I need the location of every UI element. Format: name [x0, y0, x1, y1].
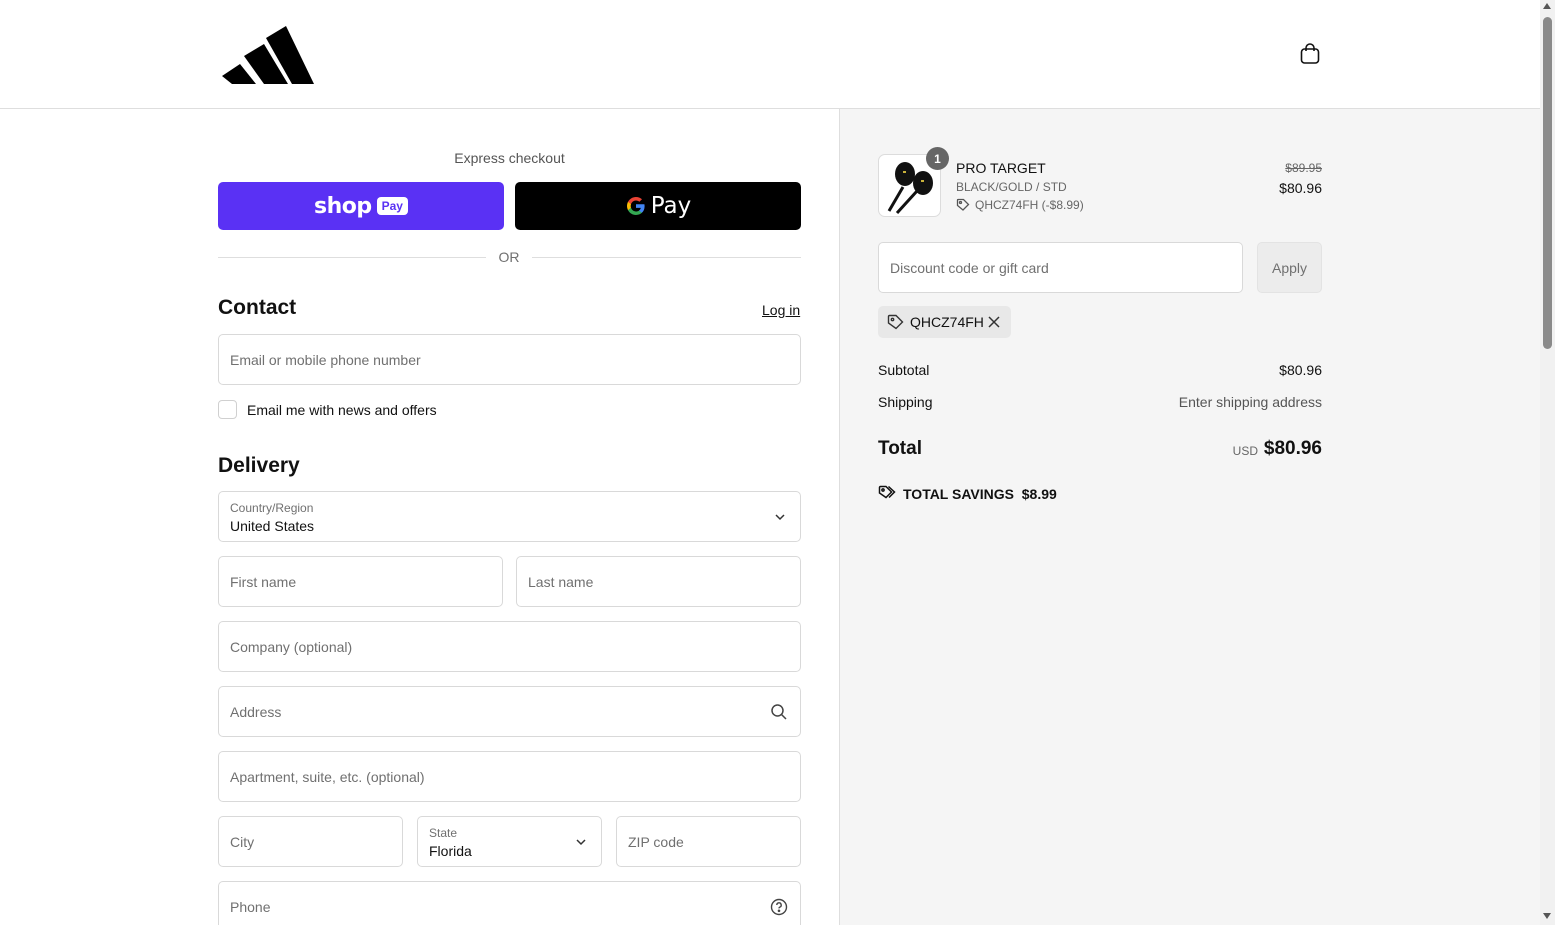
- zip-field[interactable]: ZIP code: [616, 816, 801, 867]
- subtotal-label: Subtotal: [878, 362, 930, 378]
- state-label: State: [429, 826, 458, 840]
- scrollbar-thumb[interactable]: [1543, 17, 1552, 349]
- email-field[interactable]: Email or mobile phone number: [218, 334, 801, 385]
- original-price: $89.95: [1285, 161, 1322, 175]
- country-label: Country/Region: [230, 501, 314, 515]
- shipping-value: Enter shipping address: [1178, 394, 1322, 410]
- adidas-logo[interactable]: [222, 26, 314, 84]
- news-offers-checkbox[interactable]: [218, 400, 237, 419]
- apply-button[interactable]: Apply: [1257, 242, 1322, 293]
- discount-placeholder: Discount code or gift card: [890, 260, 1049, 276]
- apartment-field[interactable]: Apartment, suite, etc. (optional): [218, 751, 801, 802]
- apartment-placeholder: Apartment, suite, etc. (optional): [230, 769, 425, 785]
- chevron-down-icon: [775, 514, 785, 521]
- savings-label-text: TOTAL SAVINGS: [903, 486, 1014, 502]
- tag-icon: [956, 198, 970, 211]
- phone-field[interactable]: Phone: [218, 881, 801, 925]
- page-scrollbar[interactable]: [1540, 0, 1555, 925]
- total-savings: TOTAL SAVINGS $8.99: [903, 486, 1057, 502]
- product-variant: BLACK/GOLD / STD: [956, 180, 1067, 194]
- sale-price: $80.96: [1279, 180, 1322, 196]
- delivery-heading: Delivery: [218, 454, 300, 477]
- shopping-bag-icon[interactable]: [1298, 42, 1322, 66]
- email-placeholder: Email or mobile phone number: [230, 352, 421, 368]
- chevron-down-icon: [576, 839, 586, 846]
- last-name-field[interactable]: Last name: [516, 556, 801, 607]
- address-placeholder: Address: [230, 704, 282, 720]
- subtotal-value: $80.96: [1279, 362, 1322, 378]
- shop-pay-wordmark: shop: [314, 193, 372, 219]
- zip-placeholder: ZIP code: [628, 834, 684, 850]
- search-icon[interactable]: [770, 703, 788, 721]
- company-placeholder: Company (optional): [230, 639, 353, 655]
- first-name-placeholder: First name: [230, 574, 297, 590]
- address-field[interactable]: Address: [218, 686, 801, 737]
- total-value: $80.96: [1263, 438, 1322, 459]
- product-discount: QHCZ74FH (-$8.99): [975, 198, 1084, 212]
- contact-heading: Contact: [218, 296, 297, 319]
- country-value: United States: [230, 518, 315, 534]
- shipping-label: Shipping: [878, 394, 933, 410]
- shop-pay-button[interactable]: shop Pay: [218, 182, 504, 230]
- order-summary-panel: [839, 109, 1540, 925]
- company-field[interactable]: Company (optional): [218, 621, 801, 672]
- google-g-icon: [626, 197, 645, 215]
- header: [0, 0, 1540, 109]
- state-select[interactable]: State Florida: [417, 816, 602, 867]
- shop-pay-pill: Pay: [376, 197, 408, 215]
- tag-icon: [887, 314, 904, 330]
- first-name-field[interactable]: First name: [218, 556, 503, 607]
- scroll-down-arrow-icon[interactable]: [1543, 913, 1551, 919]
- savings-tag-icon: [878, 485, 896, 499]
- express-checkout-label: Express checkout: [454, 150, 565, 166]
- phone-placeholder: Phone: [230, 899, 271, 915]
- or-label: OR: [486, 249, 532, 265]
- help-icon[interactable]: [770, 898, 788, 916]
- total-currency: USD: [1232, 444, 1258, 458]
- google-pay-button[interactable]: Pay: [515, 182, 801, 230]
- scroll-up-arrow-icon[interactable]: [1543, 3, 1551, 9]
- last-name-placeholder: Last name: [528, 574, 594, 590]
- applied-discount-chip: QHCZ74FH: [878, 306, 1011, 338]
- city-field[interactable]: City: [218, 816, 403, 867]
- savings-value: $8.99: [1021, 486, 1057, 502]
- discount-code-field[interactable]: Discount code or gift card: [878, 242, 1243, 293]
- google-pay-wordmark: Pay: [650, 193, 692, 219]
- login-link[interactable]: Log in: [762, 302, 800, 318]
- product-name: PRO TARGET: [956, 160, 1046, 176]
- news-offers-label: Email me with news and offers: [247, 402, 437, 418]
- quantity-badge: 1: [926, 147, 949, 170]
- remove-discount-icon[interactable]: [987, 315, 1001, 329]
- country-select[interactable]: Country/Region United States: [218, 491, 801, 542]
- state-value: Florida: [429, 843, 472, 859]
- applied-code: QHCZ74FH: [910, 314, 984, 330]
- city-placeholder: City: [230, 834, 255, 850]
- total-label: Total: [878, 438, 922, 459]
